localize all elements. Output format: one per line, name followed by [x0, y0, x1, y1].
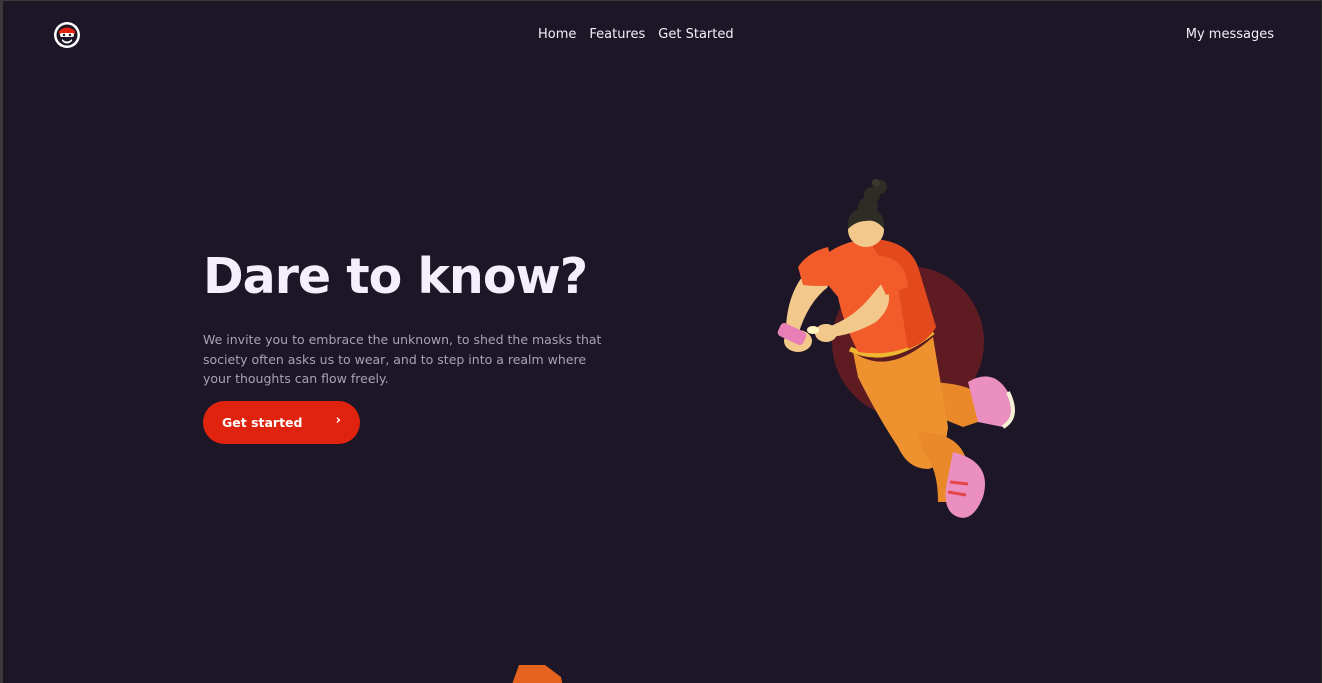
chevron-right-icon: ›: [335, 413, 341, 428]
main-nav: Home Features Get Started: [538, 27, 734, 42]
nav-features-link[interactable]: Features: [589, 27, 645, 42]
page: Home Features Get Started My messages Da…: [0, 0, 1322, 683]
decorative-shape: [512, 665, 563, 683]
hero-description: We invite you to embrace the unknown, to…: [203, 332, 602, 386]
hero-illustration: [777, 179, 1015, 518]
my-messages-link[interactable]: My messages: [1186, 27, 1274, 42]
get-started-button[interactable]: Get started ›: [203, 401, 360, 444]
nav-home-link[interactable]: Home: [538, 27, 576, 42]
get-started-label: Get started: [222, 415, 303, 430]
hero-title: Dare to know?: [203, 248, 588, 305]
logo-icon[interactable]: [52, 20, 82, 50]
nav-get-started-link[interactable]: Get Started: [658, 27, 733, 42]
